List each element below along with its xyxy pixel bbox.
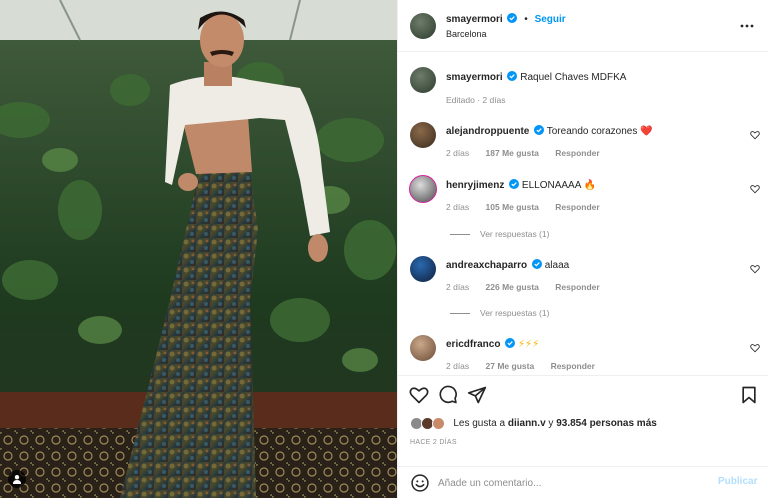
comment-avatar-story[interactable]	[409, 175, 437, 203]
more-horizontal-icon[interactable]	[739, 18, 755, 34]
comment-like-heart-icon[interactable]	[750, 264, 760, 274]
comment-avatar[interactable]	[410, 122, 436, 148]
comment-text-line: henryjimenz ELLONAAAA 🔥	[446, 179, 596, 191]
comment-row: henryjimenz ELLONAAAA 🔥 2 días 105 Me gu…	[398, 175, 768, 241]
comment-text: ELLONAAAA	[521, 180, 581, 191]
verified-badge-icon	[505, 338, 516, 348]
comment-likes[interactable]: 105 Me gusta	[486, 202, 539, 212]
verified-badge-icon	[531, 259, 542, 269]
view-replies-button[interactable]: Ver respuestas (1)	[450, 308, 549, 318]
person-icon	[13, 475, 21, 484]
comment-composer: Publicar	[398, 466, 768, 498]
separator-dot: •	[524, 14, 528, 25]
comment-row: andreaxchaparro alaaa 2 días 226 Me gust…	[398, 255, 768, 321]
view-replies-label: Ver respuestas (1)	[480, 308, 550, 318]
comment-meta: 2 días 226 Me gusta Responder	[446, 282, 614, 292]
caption-text-line: smayermori Raquel Chaves MDFKA	[446, 71, 626, 83]
comment-emoji: 🔥	[583, 180, 597, 191]
comment-time[interactable]: 2 días	[446, 361, 469, 371]
verified-badge-icon	[507, 71, 518, 81]
comment-like-heart-icon[interactable]	[750, 343, 760, 353]
author-line: smayermori • Seguir	[446, 13, 566, 25]
comment-avatar[interactable]	[410, 335, 436, 361]
instagram-post: smayermori • Seguir Barcelona smayermori…	[0, 0, 768, 498]
like-heart-icon[interactable]	[409, 385, 429, 405]
emoji-smiley-icon[interactable]	[410, 473, 430, 493]
view-replies-button[interactable]: Ver respuestas (1)	[450, 229, 549, 239]
comment-likes[interactable]: 27 Me gusta	[486, 361, 535, 371]
comment-username[interactable]: andreaxchaparro	[446, 260, 527, 271]
comment-time[interactable]: 2 días	[446, 202, 469, 212]
post-photo	[0, 0, 397, 498]
verified-badge-icon	[507, 13, 518, 23]
comment-text-line: ericdfranco ⚡⚡⚡	[446, 338, 539, 350]
post-location[interactable]: Barcelona	[446, 29, 487, 39]
save-bookmark-icon[interactable]	[739, 385, 759, 405]
publish-button[interactable]: Publicar	[718, 476, 757, 487]
comment-time[interactable]: 2 días	[446, 148, 469, 158]
author-username[interactable]: smayermori	[446, 14, 503, 25]
comment-emoji: ❤️	[640, 126, 653, 137]
likes-user[interactable]: diiann.v	[508, 418, 546, 429]
caption-avatar[interactable]	[410, 67, 436, 93]
comment-likes[interactable]: 187 Me gusta	[486, 148, 539, 158]
view-replies-label: Ver respuestas (1)	[480, 229, 550, 239]
comment-time[interactable]: 2 días	[446, 282, 469, 292]
author-avatar[interactable]	[410, 13, 436, 39]
likes-summary[interactable]: Les gusta a diiann.v y 93.854 personas m…	[410, 417, 657, 433]
share-send-icon[interactable]	[467, 385, 487, 405]
comment-like-heart-icon[interactable]	[750, 130, 760, 140]
comment-text: Toreando corazones	[546, 126, 638, 137]
reply-button[interactable]: Responder	[555, 148, 599, 158]
likes-prefix: Les gusta a	[453, 418, 506, 430]
comment-meta: 2 días 187 Me gusta Responder	[446, 148, 614, 158]
comment-bubble-icon[interactable]	[438, 385, 458, 405]
post-time-ago[interactable]: HACE 2 DÍAS	[410, 439, 457, 446]
tagged-users-icon[interactable]	[8, 470, 26, 488]
verified-badge-icon	[534, 125, 545, 135]
comment-username[interactable]: ericdfranco	[446, 339, 500, 350]
comment-likes[interactable]: 226 Me gusta	[486, 282, 539, 292]
comments-list[interactable]: smayermori Raquel Chaves MDFKA Editado ·…	[398, 53, 768, 375]
follow-button[interactable]: Seguir	[535, 14, 566, 25]
comment-username[interactable]: henryjimenz	[446, 180, 504, 191]
caption-text: Raquel Chaves MDFKA	[520, 72, 627, 83]
comment-meta: 2 días 105 Me gusta Responder	[446, 202, 614, 212]
comment-text-line: alejandroppuente Toreando corazones ❤️	[446, 125, 653, 137]
liker-avatar	[431, 417, 445, 430]
reply-button[interactable]: Responder	[551, 361, 595, 371]
comment-meta: 2 días 27 Me gusta Responder	[446, 361, 609, 371]
post-image[interactable]	[0, 0, 397, 498]
verified-badge-icon	[509, 179, 520, 189]
caption-username[interactable]: smayermori	[446, 72, 503, 83]
post-header: smayermori • Seguir Barcelona	[398, 0, 768, 52]
caption-meta: Editado · 2 días	[446, 95, 506, 105]
comment-username[interactable]: alejandroppuente	[446, 126, 529, 137]
replies-divider-line	[450, 313, 470, 315]
replies-divider-line	[450, 234, 470, 236]
comment-input[interactable]	[438, 473, 698, 493]
post-actions-section: Les gusta a diiann.v y 93.854 personas m…	[398, 375, 768, 466]
reply-button[interactable]: Responder	[555, 282, 599, 292]
likes-count[interactable]: 93.854 personas más	[556, 418, 657, 429]
reply-button[interactable]: Responder	[555, 202, 599, 212]
caption-row: smayermori Raquel Chaves MDFKA Editado ·…	[398, 65, 768, 109]
comment-text: ⚡⚡⚡	[518, 339, 540, 350]
likes-conj: y	[548, 418, 554, 430]
comment-row: alejandroppuente Toreando corazones ❤️ 2…	[398, 121, 768, 161]
comment-text-line: andreaxchaparro alaaa	[446, 259, 569, 271]
comment-row: ericdfranco ⚡⚡⚡ 2 días 27 Me gusta Respo…	[398, 334, 768, 374]
comment-text: alaaa	[544, 260, 570, 271]
post-side-panel: smayermori • Seguir Barcelona smayermori…	[397, 0, 768, 498]
comment-like-heart-icon[interactable]	[750, 184, 760, 194]
comment-avatar[interactable]	[410, 256, 436, 282]
